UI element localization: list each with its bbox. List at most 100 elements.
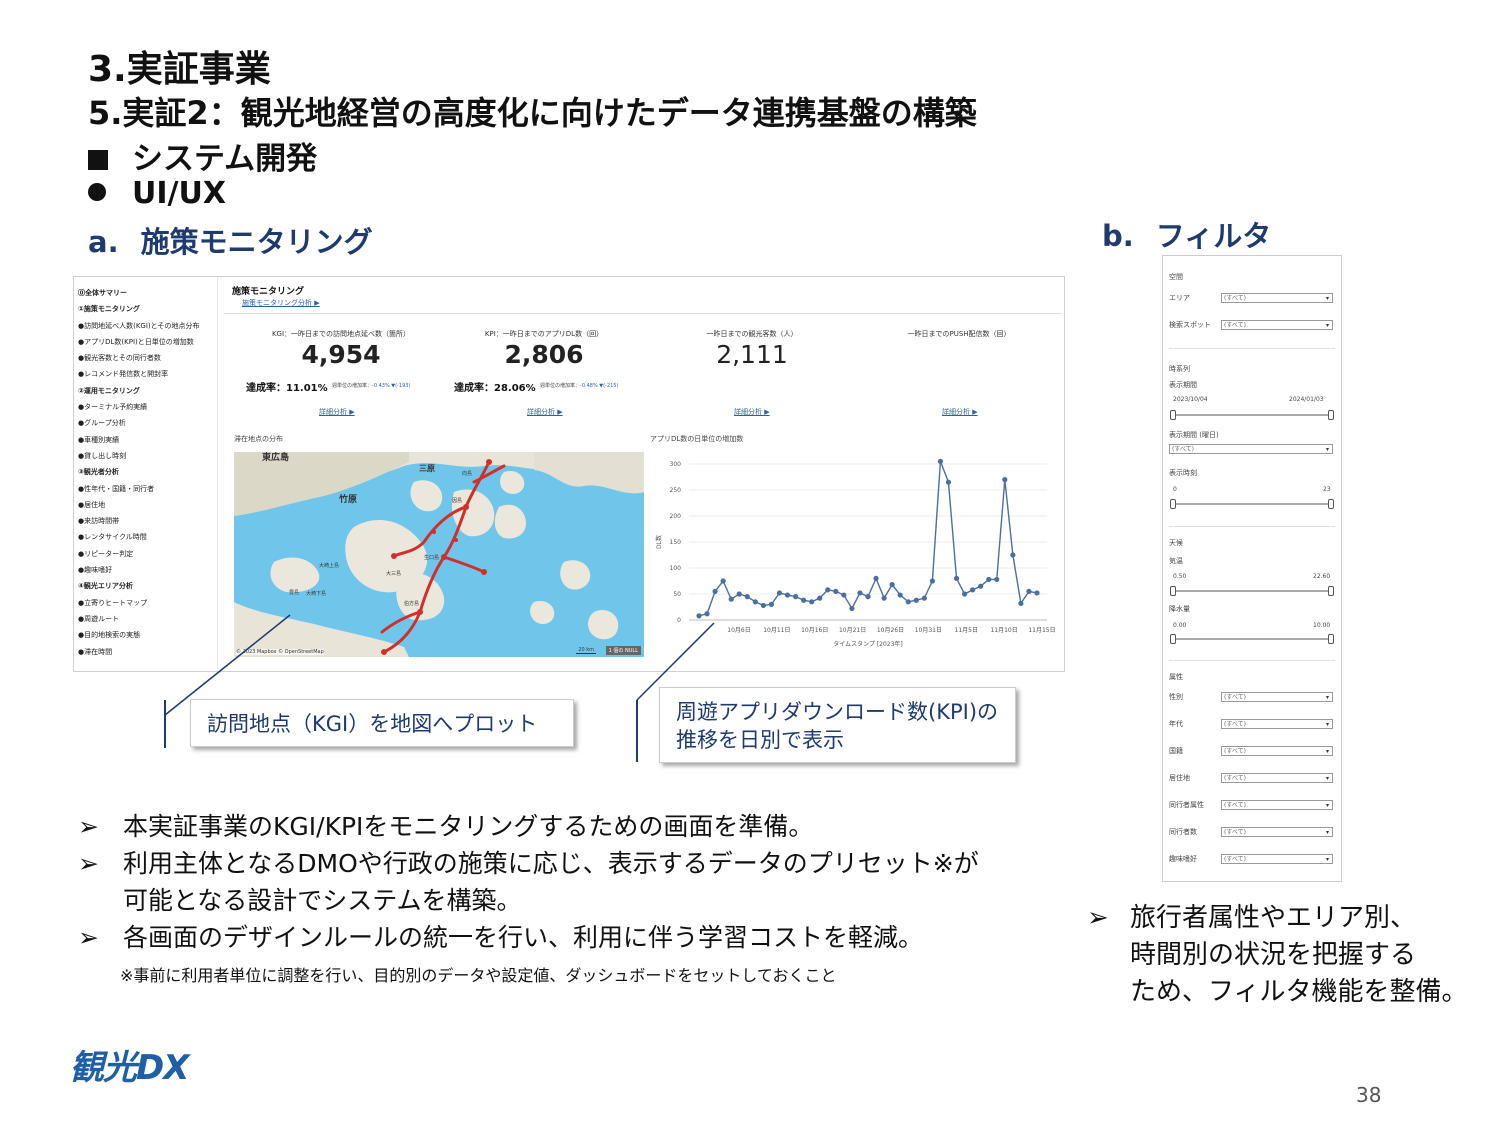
data-point <box>986 576 992 583</box>
sidebar-group-heading[interactable]: ②運用モニタリング <box>78 383 214 399</box>
filter-attr-label: 趣味嗜好 <box>1169 855 1197 863</box>
weekly-increase-kgi: 週単位の増加率：-0.43% ▼(-193) <box>332 383 411 389</box>
section-a-heading: a. 施策モニタリング <box>88 225 373 259</box>
data-point <box>736 591 742 597</box>
data-point <box>1026 588 1032 594</box>
map-place-label: 生口島 <box>424 555 440 561</box>
kpi-value-kgi: 4,954 <box>301 340 381 369</box>
data-point <box>921 595 927 601</box>
data-point <box>744 594 750 600</box>
sidebar-item[interactable]: ●レコメンド発信数と開封率 <box>78 366 214 382</box>
filter-attr-select[interactable]: (すべて) <box>1221 800 1333 811</box>
filter-attr-label: 同行者数 <box>1169 828 1197 836</box>
sidebar-item[interactable]: ●レンタサイクル時間 <box>78 529 214 545</box>
map-place-label: 竹原 <box>339 495 358 505</box>
spot-select[interactable]: (すべて) <box>1221 320 1333 331</box>
sidebar-item[interactable]: ●趣味嗜好 <box>78 562 214 578</box>
hour-slider[interactable] <box>1170 499 1334 509</box>
dashboard-page-title: 施策モニタリング <box>232 287 305 297</box>
y-tick-label: 150 <box>670 539 682 546</box>
detail-link-1[interactable]: 詳細分析 ▶ <box>319 407 355 417</box>
filter-hour-label: 表示時刻 <box>1169 469 1197 477</box>
data-point <box>945 479 952 485</box>
section-heading: システム開発 <box>88 133 317 178</box>
data-point <box>881 595 887 601</box>
data-point <box>768 601 775 607</box>
map-place-label: 向島 <box>462 471 473 477</box>
filter-time-header: 時系列 <box>1169 365 1190 373</box>
sidebar-item[interactable]: ●来訪時間帯 <box>78 513 214 529</box>
filter-attr-select[interactable]: (すべて) <box>1221 854 1333 865</box>
kpi-label-kgi: KGI：一昨日までの訪問地点延べ数（箇所） <box>271 330 411 338</box>
filter-attr-select[interactable]: (すべて) <box>1221 719 1333 730</box>
filter-attr-label: 性別 <box>1169 693 1183 701</box>
map-place-label: 大崎上島 <box>319 563 340 569</box>
filter-attr-select[interactable]: (すべて) <box>1221 692 1333 703</box>
data-point <box>825 587 831 593</box>
data-point <box>1018 600 1024 606</box>
filter-period-label: 表示期間 <box>1169 381 1197 389</box>
hour-max: 23 <box>1323 486 1331 493</box>
sidebar-group-heading[interactable]: ④観光エリア分析 <box>78 578 214 594</box>
filter-period-day-label: 表示期間 (曜日) <box>1169 431 1219 439</box>
data-point <box>953 575 960 581</box>
x-tick-label: 10月26日 <box>877 627 904 634</box>
data-point <box>961 591 968 597</box>
kpi-label-visitors: 一昨日までの観光客数（人） <box>706 330 798 338</box>
achievement-rate-kpi: 達成率：28.06% <box>454 383 536 394</box>
page-analysis-link[interactable]: 施策モニタリング分析 ▶ <box>242 298 320 308</box>
sidebar-item[interactable]: ●ターミナル予約実績 <box>78 399 214 415</box>
x-tick-label: 11月15日 <box>1028 627 1055 634</box>
bullet-item: ➢ 旅行者属性やエリア別、 時間別の状況を把握する ため、フィルタ機能を整備。 <box>1087 900 1487 1011</box>
sidebar-item[interactable]: ●居住地 <box>78 497 214 513</box>
callout-bracket-right <box>636 700 638 762</box>
sidebar-item[interactable]: ●グループ分析 <box>78 415 214 431</box>
sidebar-item[interactable]: ●性年代・国籍・同行者 <box>78 481 214 497</box>
filter-temp-label: 気温 <box>1169 557 1183 565</box>
sidebar-item[interactable]: ●アプリDL数(KPI)と日単位の増加数 <box>78 334 214 350</box>
rain-slider[interactable] <box>1170 634 1334 644</box>
period-day-select[interactable]: (すべて) <box>1169 444 1333 455</box>
chart-title: アプリDL数の日単位の増加数 <box>650 435 744 443</box>
circle-bullet-icon <box>88 183 106 201</box>
filter-attr-label: 居住地 <box>1169 774 1190 782</box>
detail-link-3[interactable]: 詳細分析 ▶ <box>734 407 770 417</box>
filter-attr-select[interactable]: (すべて) <box>1221 746 1333 757</box>
sidebar-item[interactable]: ●訪問地延べ人数(KGI)とその地点分布 <box>78 318 214 334</box>
temp-slider[interactable] <box>1170 586 1334 596</box>
bullet-item: ➢ 各画面のデザインルールの統一を行い、利用に伴う学習コストを軽減。 <box>78 919 1068 956</box>
filter-attr-header: 属性 <box>1169 673 1183 681</box>
filter-weather-header: 天候 <box>1169 539 1183 547</box>
area-select[interactable]: (すべて) <box>1221 293 1333 304</box>
callout-map-plot: 訪問地点（KGI）を地図へプロット <box>190 699 574 747</box>
data-point <box>970 587 976 593</box>
data-point <box>1010 552 1016 558</box>
arrow-bullet-icon: ➢ <box>78 849 99 878</box>
filter-attr-select[interactable]: (すべて) <box>1221 773 1333 784</box>
sidebar-group-heading[interactable]: ③観光者分析 <box>78 464 214 480</box>
data-point <box>865 594 871 600</box>
filter-attr-select[interactable]: (すべて) <box>1221 827 1333 838</box>
map-scale: 20 km <box>576 647 596 654</box>
sidebar-item[interactable]: ●リピーター判定 <box>78 546 214 562</box>
kpi-label-push: 一昨日までのPUSH配信数（回） <box>907 330 1011 338</box>
sidebar-item[interactable]: ●車種別実績 <box>78 432 214 448</box>
x-tick-label: 10月31日 <box>915 627 942 634</box>
detail-link-4[interactable]: 詳細分析 ▶ <box>942 407 978 417</box>
x-tick-label: 11月10日 <box>990 627 1017 634</box>
detail-link-2[interactable]: 詳細分析 ▶ <box>527 407 563 417</box>
data-point <box>937 458 944 464</box>
sidebar-item[interactable]: ●観光客数とその同行者数 <box>78 350 214 366</box>
data-point <box>728 596 734 602</box>
map-title: 滞在地点の分布 <box>234 435 283 443</box>
sidebar-item[interactable]: ●貸し出し時刻 <box>78 448 214 464</box>
arrow-bullet-icon: ➢ <box>78 812 99 841</box>
data-point <box>760 602 766 609</box>
sidebar-group-heading[interactable]: ⓪全体サマリー <box>78 285 214 301</box>
period-slider[interactable] <box>1170 410 1334 420</box>
data-point <box>792 594 799 600</box>
filter-description: ➢ 旅行者属性やエリア別、 時間別の状況を把握する ため、フィルタ機能を整備。 <box>1087 900 1487 1011</box>
filter-attr-label: 同行者属性 <box>1169 801 1204 809</box>
sidebar-item[interactable]: ●立寄りヒートマップ <box>78 595 214 611</box>
sidebar-group-heading[interactable]: ①施策モニタリング <box>78 301 214 317</box>
